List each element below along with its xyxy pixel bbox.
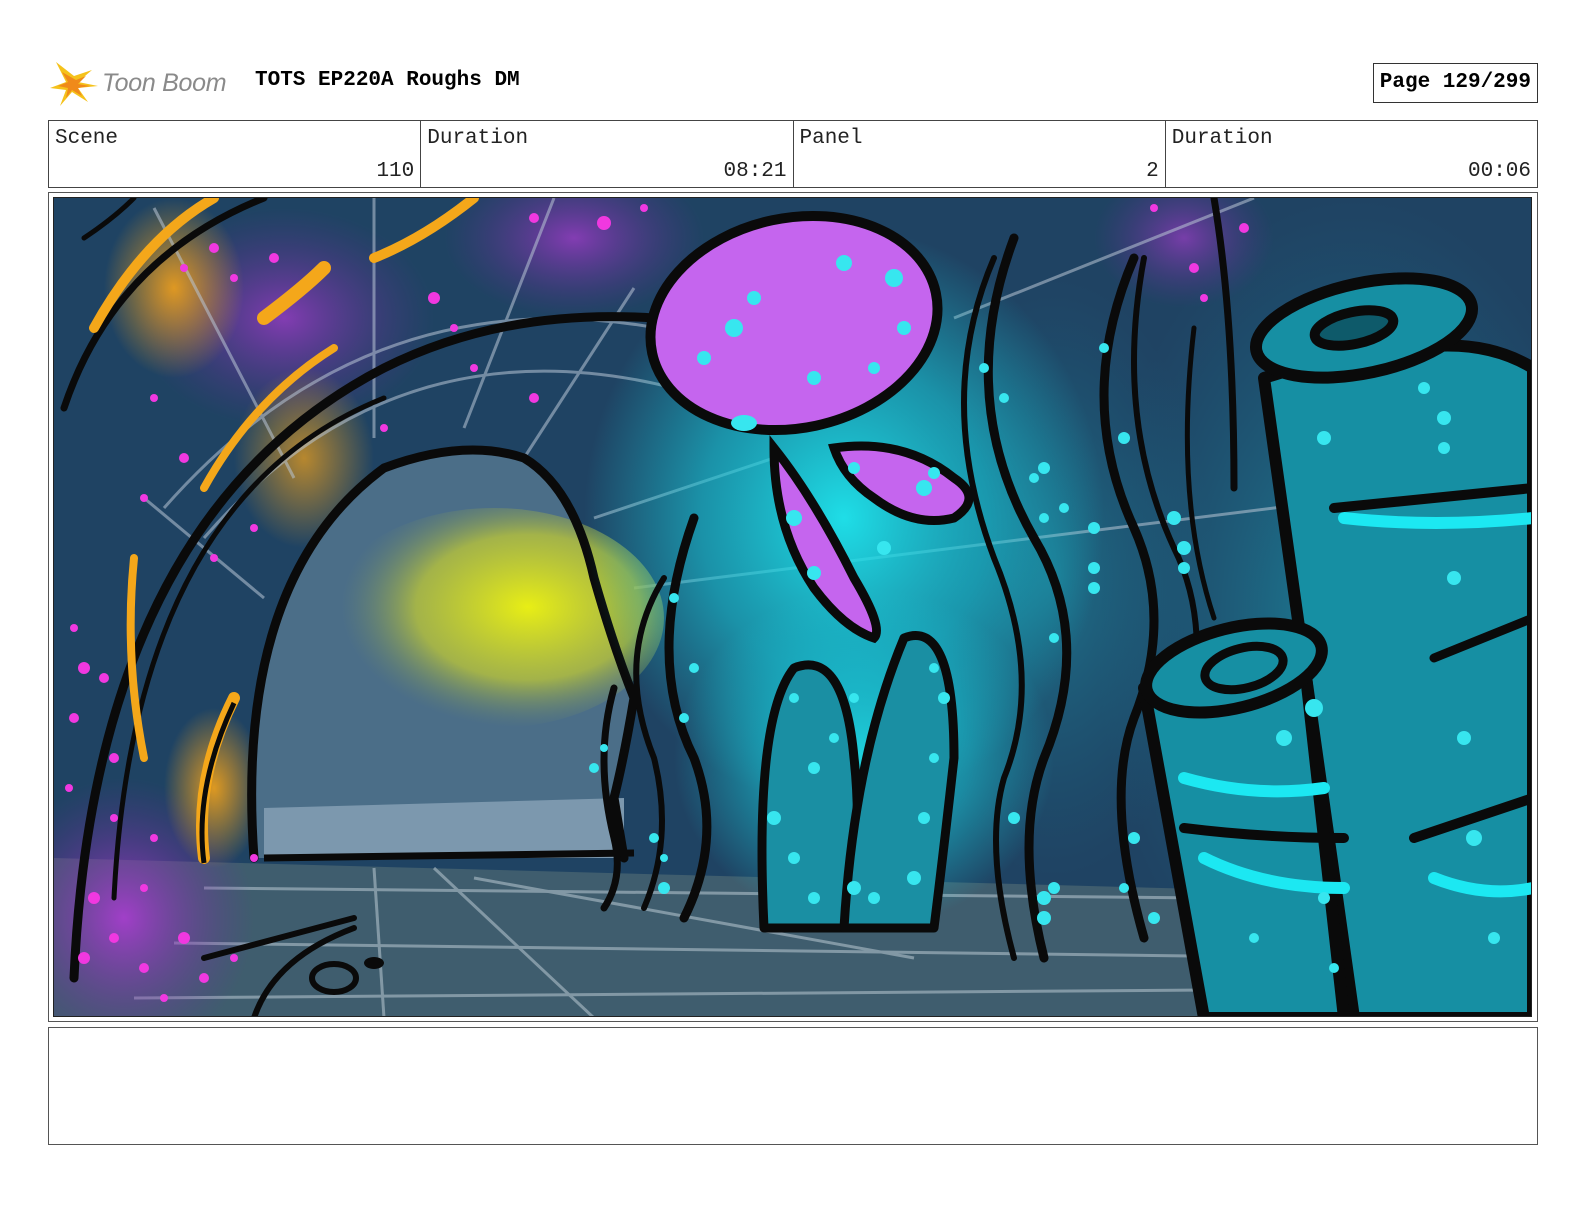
panel-cell: Panel 2 [794, 121, 1166, 187]
starburst-icon [50, 62, 98, 106]
scene-info-row: Scene 110 Duration 08:21 Panel 2 Duratio… [48, 120, 1538, 188]
scene-cell: Scene 110 [49, 121, 422, 187]
scene-duration-cell: Duration 08:21 [421, 121, 794, 187]
scene-label: Scene [55, 127, 119, 150]
panel-label: Panel [799, 127, 863, 150]
scene-value: 110 [376, 160, 415, 183]
panel-frame [48, 192, 1538, 1022]
panel-duration-cell: Duration 00:06 [1166, 121, 1537, 187]
scene-duration-label: Duration [427, 127, 529, 150]
scene-duration-value: 08:21 [723, 160, 787, 183]
panel-value: 2 [1146, 160, 1159, 183]
page-indicator: Page 129/299 [1372, 63, 1538, 103]
panel-notes-box [48, 1027, 1538, 1145]
logo-wordmark: Toon Boom [102, 68, 227, 97]
storyboard-header: Toon Boom TOTS EP220A Roughs DM Page 129… [48, 56, 1538, 108]
panel-duration-label: Duration [1171, 127, 1273, 150]
toon-boom-logo: Toon Boom [48, 58, 227, 108]
underwater-scene-image [54, 198, 1531, 1016]
panel-duration-value: 00:06 [1467, 160, 1531, 183]
document-title: TOTS EP220A Roughs DM [255, 69, 520, 92]
panel-artwork [53, 197, 1532, 1017]
